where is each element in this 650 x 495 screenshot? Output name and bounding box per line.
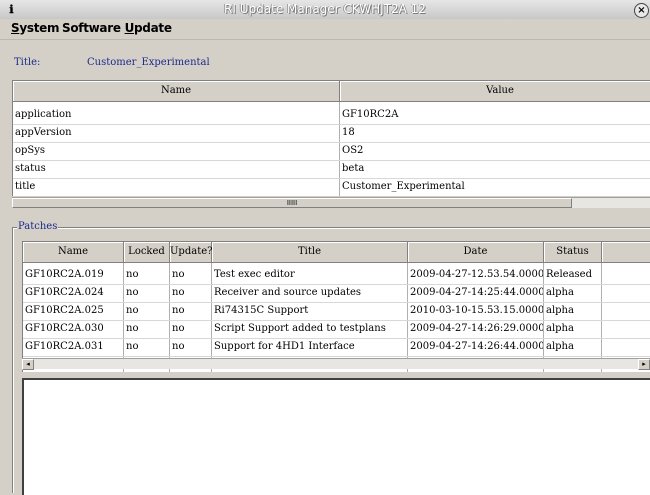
table-row[interactable]: GF10RC2A.031 no no Support for 4HD1 Inte… [23, 338, 650, 357]
patch-locked: no [126, 323, 139, 334]
property-value: beta [342, 163, 365, 174]
property-name: application [15, 109, 72, 120]
close-icon[interactable]: × [634, 3, 649, 18]
property-value: Customer_Experimental [342, 181, 465, 192]
property-value: OS2 [342, 145, 364, 156]
patch-detail-area[interactable] [22, 378, 650, 495]
patch-name: GF10RC2A.031 [25, 341, 104, 352]
patches-col-status[interactable]: Status [544, 242, 602, 263]
properties-col-value[interactable]: Value [340, 81, 650, 102]
patches-col-locked[interactable]: Locked [124, 242, 170, 263]
menu-bar: System Software Update [0, 19, 650, 40]
patches-horizontal-scrollbar[interactable]: ◂ ▸ [22, 358, 650, 370]
menu-software-update-label: Software Update [62, 21, 172, 35]
patch-name: GF10RC2A.030 [25, 323, 104, 334]
patch-status: alpha [546, 341, 574, 352]
properties-col-name[interactable]: Name [13, 81, 340, 102]
patch-date: 2009-04-27-14:25:44.0000 [410, 287, 543, 298]
table-row[interactable]: GF10RC2A.025 no no Ri74315C Support 2010… [23, 302, 650, 321]
patch-update: no [172, 287, 185, 298]
window-title: RI Update Manager CKWHJT2A 12 [224, 2, 426, 16]
patch-status: alpha [546, 323, 574, 334]
title-value: Customer_Experimental [87, 57, 210, 68]
patch-locked: no [126, 341, 139, 352]
patch-title: Ri74315C Support [214, 305, 309, 316]
properties-header-row: Name Value [13, 81, 650, 102]
patches-table[interactable]: Name Locked Update? Title Date Status GF… [22, 241, 650, 372]
patch-update: no [172, 305, 185, 316]
scroll-left-icon[interactable]: ◂ [22, 359, 34, 370]
menu-system[interactable]: System [11, 21, 60, 35]
property-name: opSys [15, 145, 46, 156]
patch-date: 2009-04-27-14:26:29.0000 [410, 323, 543, 334]
patch-update: no [172, 341, 185, 352]
patches-col-date[interactable]: Date [408, 242, 544, 263]
patches-group-label: Patches [17, 221, 59, 232]
property-name: appVersion [15, 127, 72, 138]
table-row[interactable]: GF10RC2A.019 no no Test exec editor 2009… [23, 266, 650, 285]
patch-date: 2010-03-10-15.53.15.0000 [410, 305, 543, 316]
patches-col-filler [602, 242, 650, 263]
window-title-bar[interactable]: ℹ RI Update Manager CKWHJT2A 12 × [0, 0, 650, 20]
table-row[interactable]: title Customer_Experimental [13, 178, 650, 196]
properties-table[interactable]: Name Value application GF10RC2A appVersi… [12, 80, 650, 196]
property-value: 18 [342, 127, 355, 138]
properties-horizontal-scrollbar[interactable]: IIIII [12, 197, 650, 208]
patch-locked: no [126, 305, 139, 316]
patch-status: alpha [546, 305, 574, 316]
patch-status: alpha [546, 287, 574, 298]
patches-col-name[interactable]: Name [23, 242, 124, 263]
patch-title: Test exec editor [214, 269, 295, 280]
patch-update: no [172, 269, 185, 280]
table-row[interactable]: status beta [13, 160, 650, 179]
table-row[interactable]: GF10RC2A.024 no no Receiver and source u… [23, 284, 650, 303]
title-label: Title: [14, 57, 41, 68]
properties-scroll-thumb[interactable]: IIIII [12, 198, 572, 208]
patches-col-update[interactable]: Update? [170, 242, 213, 263]
table-row[interactable]: appVersion 18 [13, 124, 650, 143]
patch-title: Receiver and source updates [214, 287, 362, 298]
patch-title: Support for 4HD1 Interface [214, 341, 355, 352]
patch-status: Released [546, 269, 592, 280]
patch-name: GF10RC2A.024 [25, 287, 104, 298]
patch-name: GF10RC2A.019 [25, 269, 104, 280]
patch-date: 2009-04-27-14:26:44.0000 [410, 341, 543, 352]
patch-locked: no [126, 269, 139, 280]
property-value: GF10RC2A [342, 109, 399, 120]
patch-update: no [172, 323, 185, 334]
patch-name: GF10RC2A.025 [25, 305, 104, 316]
property-name: title [15, 181, 36, 192]
patches-col-title[interactable]: Title [212, 242, 408, 263]
table-row[interactable]: application GF10RC2A [13, 106, 650, 125]
property-name: status [15, 163, 46, 174]
scroll-right-icon[interactable]: ▸ [638, 359, 650, 370]
patch-locked: no [126, 287, 139, 298]
menu-software-update[interactable]: Software Update [62, 21, 172, 35]
table-row[interactable]: opSys OS2 [13, 142, 650, 161]
patch-title: Script Support added to testplans [214, 323, 386, 334]
table-row[interactable]: GF10RC2A.030 no no Script Support added … [23, 320, 650, 339]
patch-date: 2009-04-27-12.53.54.0000 [410, 269, 543, 280]
menu-system-label: System [11, 21, 60, 35]
